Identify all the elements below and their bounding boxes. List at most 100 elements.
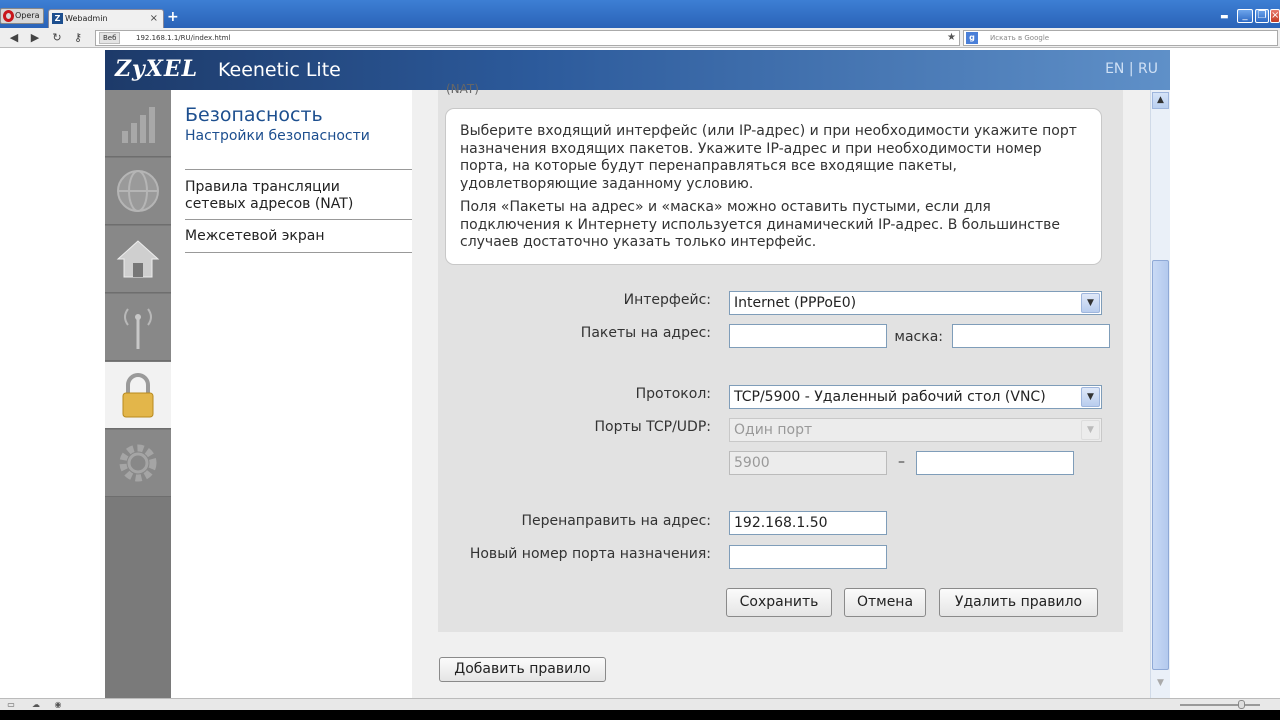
- chevron-down-icon[interactable]: ▼: [1081, 293, 1100, 313]
- restore-icon[interactable]: ❐: [1255, 9, 1269, 23]
- port-range-dash: –: [898, 454, 905, 470]
- interface-select-value: Internet (PPPoE0): [734, 295, 857, 311]
- page-scrollbar[interactable]: ▲ ▼: [1150, 90, 1170, 698]
- opera-logo-icon: [3, 10, 14, 22]
- chevron-down-icon[interactable]: ▼: [1081, 420, 1100, 440]
- security-nav: Безопасность Настройки безопасности Прав…: [171, 90, 412, 698]
- cancel-button[interactable]: Отмена: [844, 588, 926, 617]
- language-switcher: EN | RU: [1105, 61, 1158, 77]
- sidebar-wifi[interactable]: [105, 294, 171, 361]
- sidebar-security[interactable]: [105, 362, 171, 429]
- globe-icon: [117, 170, 159, 212]
- zyxel-favicon-icon: Z: [52, 13, 63, 24]
- bottom-edge: [0, 710, 1280, 720]
- ports-label: Порты TCP/UDP:: [594, 419, 712, 435]
- back-icon[interactable]: ◀: [6, 30, 22, 46]
- mask-label: маска:: [894, 329, 943, 345]
- info-paragraph: Выберите входящий интерфейс (или IP-адре…: [460, 123, 1077, 192]
- packets-address-field[interactable]: [729, 324, 887, 348]
- nav-item-nat-line1: Правила трансляции: [185, 179, 340, 195]
- lock-icon: [122, 373, 154, 418]
- info-paragraph: Поля «Пакеты на адрес» и «маска» можно о…: [460, 199, 1060, 250]
- wifi-antenna-icon: [124, 308, 152, 349]
- nav-item-nat-line2: сетевых адресов (NAT): [185, 196, 354, 212]
- port-to-field[interactable]: [916, 451, 1074, 475]
- google-icon[interactable]: g: [966, 32, 978, 44]
- page-subtitle: Настройки безопасности: [185, 128, 370, 144]
- nav-item-firewall[interactable]: Межсетевой экран: [185, 228, 412, 245]
- search-placeholder: Искать в Google: [990, 34, 1050, 42]
- unite-icon[interactable]: ☁: [31, 700, 41, 709]
- url-site-badge[interactable]: Веб: [99, 32, 121, 44]
- speed-dial-icon[interactable]: ◉: [53, 700, 63, 709]
- ports-mode-value: Один порт: [734, 422, 813, 438]
- delete-rule-button[interactable]: Удалить правило: [939, 588, 1098, 617]
- scroll-down-icon[interactable]: ▼: [1152, 676, 1169, 693]
- new-port-field[interactable]: [729, 545, 887, 569]
- sidebar-system[interactable]: [105, 430, 171, 497]
- new-tab-button[interactable]: +: [167, 9, 179, 25]
- panel-toggle-icon[interactable]: ▭: [6, 700, 16, 709]
- zoom-slider-knob[interactable]: [1238, 700, 1245, 709]
- lang-ru-link[interactable]: RU: [1138, 61, 1158, 77]
- browser-tab-title: Webadmin: [65, 14, 108, 23]
- gear-icon: [119, 444, 157, 482]
- home-network-icon: [116, 240, 160, 278]
- chevron-down-icon[interactable]: ▼: [1081, 387, 1100, 407]
- mask-field[interactable]: [952, 324, 1110, 348]
- browser-address-bar: ◀ ▶ ↻ ⚷ Веб 192.168.1.1/RU/index.html ★ …: [0, 28, 1280, 48]
- url-text[interactable]: 192.168.1.1/RU/index.html: [136, 31, 230, 45]
- nav-item-nat[interactable]: Правила трансляции сетевых адресов (NAT): [185, 179, 412, 213]
- port-from-field[interactable]: 5900: [729, 451, 887, 475]
- page-title: Безопасность: [185, 104, 323, 126]
- new-port-label: Новый номер порта назначения:: [469, 546, 711, 562]
- cut-off-heading: (NAT): [446, 82, 479, 96]
- router-header: ZyXEL Keenetic Lite EN | RU: [105, 50, 1170, 90]
- browser-status-bar: ▭ ☁ ◉: [0, 698, 1280, 710]
- lang-en-link[interactable]: EN: [1105, 61, 1124, 77]
- add-rule-button[interactable]: Добавить правило: [439, 657, 606, 682]
- page-viewport: ZyXEL Keenetic Lite EN | RU Безопасность…: [0, 48, 1280, 698]
- scroll-up-icon[interactable]: ▲: [1152, 92, 1169, 109]
- browser-tab-bar: Opera Z Webadmin × + ▬ _ ❐ ×: [0, 0, 1280, 28]
- search-field[interactable]: g Искать в Google: [963, 30, 1278, 46]
- url-badge-label: Веб: [103, 34, 117, 42]
- ports-mode-select[interactable]: Один порт ▼: [729, 418, 1102, 442]
- lang-separator: |: [1128, 61, 1134, 77]
- key-icon[interactable]: ⚷: [70, 30, 86, 46]
- nav-divider: [185, 219, 412, 220]
- redirect-label: Перенаправить на адрес:: [521, 513, 711, 529]
- redirect-address-field[interactable]: 192.168.1.50: [729, 511, 887, 535]
- tab-close-icon[interactable]: ×: [150, 10, 158, 27]
- save-button[interactable]: Сохранить: [726, 588, 832, 617]
- product-name: Keenetic Lite: [218, 59, 341, 81]
- minimize-icon[interactable]: _: [1237, 9, 1253, 23]
- nav-divider: [185, 252, 412, 253]
- url-field[interactable]: Веб 192.168.1.1/RU/index.html ★: [95, 30, 960, 46]
- bookmark-star-icon[interactable]: ★: [947, 31, 956, 45]
- tab-list-icon[interactable]: ▬: [1220, 12, 1229, 22]
- forward-icon[interactable]: ▶: [27, 30, 43, 46]
- nat-rule-form: (NAT) Выберите входящий интерфейс (или I…: [438, 82, 1123, 632]
- interface-select[interactable]: Internet (PPPoE0) ▼: [729, 291, 1102, 315]
- sidebar-status[interactable]: [105, 90, 171, 157]
- info-box: Выберите входящий интерфейс (или IP-адре…: [445, 108, 1102, 265]
- zoom-slider[interactable]: [1180, 704, 1260, 706]
- close-window-icon[interactable]: ×: [1270, 9, 1280, 23]
- sidebar-internet[interactable]: [105, 158, 171, 225]
- nav-divider: [185, 169, 412, 170]
- opera-menu-label: Opera: [15, 11, 40, 20]
- protocol-label: Протокол:: [635, 386, 711, 402]
- scrollbar-thumb[interactable]: [1152, 260, 1169, 670]
- interface-label: Интерфейс:: [623, 292, 711, 308]
- content-area: (NAT) Выберите входящий интерфейс (или I…: [412, 82, 1150, 698]
- reload-icon[interactable]: ↻: [49, 30, 65, 46]
- signal-icon: [122, 107, 155, 143]
- protocol-select[interactable]: TCP/5900 - Удаленный рабочий стол (VNC) …: [729, 385, 1102, 409]
- sidebar-home-network[interactable]: [105, 226, 171, 293]
- packets-label: Пакеты на адрес:: [580, 325, 711, 341]
- browser-tab[interactable]: Z Webadmin ×: [48, 9, 164, 28]
- section-icons-sidebar: [105, 90, 171, 698]
- protocol-select-value: TCP/5900 - Удаленный рабочий стол (VNC): [734, 389, 1046, 405]
- opera-menu-button[interactable]: Opera: [0, 8, 44, 24]
